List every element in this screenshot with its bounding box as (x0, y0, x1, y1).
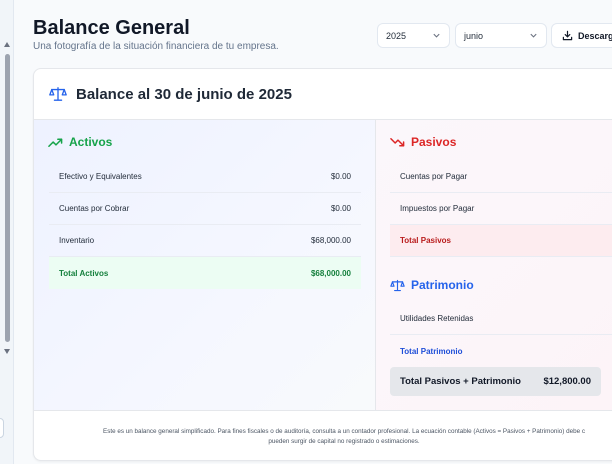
row-label: Cuentas por Cobrar (59, 204, 130, 213)
trending-up-icon (48, 137, 63, 147)
activos-row-cuentas-cobrar: Cuentas por Cobrar $0.00 (49, 193, 361, 225)
pasivos-row-cuentas-pagar: Cuentas por Pagar (390, 161, 612, 193)
row-value: $68,000.00 (310, 236, 351, 245)
left-panel-control[interactable] (0, 418, 4, 438)
grand-total-value: $12,800.00 (543, 376, 591, 387)
card-title: Balance al 30 de junio de 2025 (76, 85, 292, 103)
month-select[interactable]: junio (455, 23, 547, 48)
scrollbar-thumb[interactable] (5, 54, 10, 342)
row-label: Inventario (59, 236, 95, 245)
trending-down-icon (390, 137, 405, 147)
scroll-up-arrow-icon[interactable] (4, 42, 10, 47)
pasivos-heading-label: Pasivos (411, 135, 457, 149)
activos-total-row: Total Activos $68,000.00 (49, 257, 361, 289)
pasivos-row-impuestos-pagar: Impuestos por Pagar (390, 193, 612, 225)
footer-line-1: Este es un balance general simplificado.… (103, 428, 585, 435)
month-select-value: junio (464, 30, 484, 41)
page-title: Balance General (33, 17, 190, 39)
download-icon (562, 30, 573, 41)
activos-column: Activos Efectivo y Equivalentes $0.00 Cu… (34, 120, 376, 410)
patrimonio-heading-label: Patrimonio (411, 278, 474, 292)
chevron-down-icon (433, 33, 440, 38)
row-label: Efectivo y Equivalentes (59, 172, 142, 181)
footer-disclaimer: Este es un balance general simplificado.… (34, 410, 612, 460)
total-label: Total Activos (59, 268, 109, 278)
activos-heading-label: Activos (69, 135, 113, 149)
row-value: $0.00 (330, 204, 351, 213)
grand-total-label: Total Pasivos + Patrimonio (400, 376, 521, 387)
balance-card: Balance al 30 de junio de 2025 Activos E… (33, 68, 612, 461)
total-label: Total Patrimonio (400, 346, 463, 356)
pasivos-heading: Pasivos (390, 135, 456, 149)
activos-row-inventario: Inventario $68,000.00 (49, 225, 361, 257)
download-button[interactable]: Descarga (551, 23, 612, 48)
download-button-label: Descarga (578, 30, 612, 41)
total-label: Total Pasivos (400, 236, 451, 245)
row-label: Utilidades Retenidas (400, 314, 474, 323)
patrimonio-row-utilidades: Utilidades Retenidas (390, 303, 612, 335)
card-header: Balance al 30 de junio de 2025 (34, 69, 612, 120)
pasivos-total-row: Total Pasivos (390, 225, 612, 257)
grand-total-row: Total Pasivos + Patrimonio $12,800.00 (390, 367, 601, 396)
scale-icon (390, 279, 405, 291)
row-label: Cuentas por Pagar (400, 172, 468, 181)
patrimonio-heading: Patrimonio (390, 278, 474, 292)
activos-heading: Activos (48, 135, 112, 149)
year-select-value: 2025 (386, 30, 407, 41)
scale-icon (49, 87, 67, 101)
activos-row-efectivo: Efectivo y Equivalentes $0.00 (49, 161, 361, 193)
page-subtitle: Una fotografía de la situación financier… (33, 41, 279, 52)
row-label: Impuestos por Pagar (400, 204, 475, 213)
patrimonio-total-row: Total Patrimonio (390, 335, 612, 367)
total-value: $68,000.00 (310, 268, 351, 278)
row-value: $0.00 (330, 172, 351, 181)
chevron-down-icon (530, 33, 537, 38)
year-select[interactable]: 2025 (377, 23, 450, 48)
scroll-down-arrow-icon[interactable] (4, 349, 10, 354)
footer-line-2: pueden surgir de capital no registrado o… (268, 438, 420, 446)
